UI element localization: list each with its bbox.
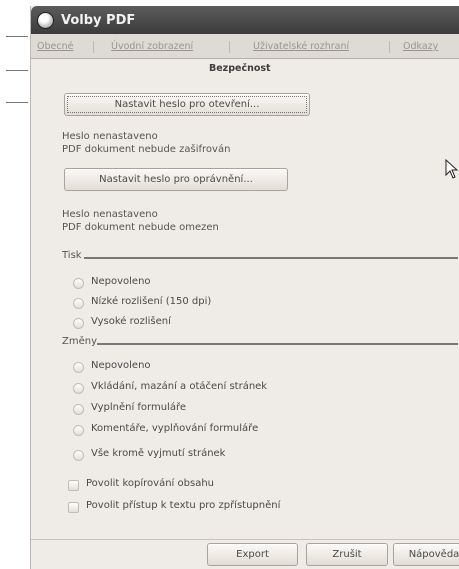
print-low-res-radio[interactable]	[73, 298, 84, 309]
printing-section-label: Tisk	[62, 250, 82, 261]
cancel-button[interactable]: Zrušit	[306, 543, 388, 566]
changes-pages-label: Vkládání, mazání a otáčení stránek	[91, 381, 268, 392]
tab-security[interactable]: Bezpečnost	[203, 60, 277, 78]
changes-forms-radio[interactable]	[73, 404, 84, 415]
tab-general[interactable]: Obecné	[37, 38, 73, 56]
set-permission-password-button[interactable]: Nastavit heslo pro oprávnění...	[64, 168, 288, 191]
export-button[interactable]: Export	[207, 543, 298, 566]
allow-text-access-label: Povolit přístup k textu pro zpřístupnění	[86, 500, 281, 511]
window-menu-icon[interactable]	[37, 11, 54, 29]
printing-section-divider	[84, 257, 458, 259]
changes-section-divider	[97, 343, 458, 345]
changes-comments-radio[interactable]	[73, 425, 84, 436]
allow-copy-checkbox[interactable]	[68, 480, 79, 491]
changes-section-label: Změny	[62, 336, 97, 347]
changes-not-allowed-label: Nepovoleno	[91, 360, 151, 371]
encryption-status: PDF dokument nebude zašifrován	[62, 144, 231, 155]
pdf-options-dialog: Volby PDF Obecné Úvodní zobrazení Uživat…	[30, 6, 459, 569]
tab-links[interactable]: Odkazy	[403, 38, 438, 56]
tab-user-interface[interactable]: Uživatelské rozhraní	[253, 38, 349, 56]
print-low-res-label: Nízké rozlišení (150 dpi)	[91, 296, 212, 307]
allow-copy-label: Povolit kopírování obsahu	[86, 478, 214, 489]
print-not-allowed-radio[interactable]	[73, 278, 84, 289]
set-open-password-button[interactable]: Nastavit heslo pro otevření...	[64, 93, 310, 116]
changes-forms-label: Vyplnění formuláře	[91, 402, 187, 413]
title-bar: Volby PDF	[31, 6, 459, 34]
tab-bar: Obecné Úvodní zobrazení Uživatelské rozh…	[31, 34, 459, 59]
changes-pages-radio[interactable]	[73, 383, 84, 394]
changes-comments-label: Komentáře, vyplňování formuláře	[91, 423, 259, 434]
window-title: Volby PDF	[61, 12, 136, 28]
restriction-status: PDF dokument nebude omezen	[62, 222, 219, 233]
permission-password-status: Heslo nenastaveno	[62, 209, 158, 220]
print-high-res-radio[interactable]	[73, 318, 84, 329]
changes-all-radio[interactable]	[73, 450, 84, 461]
help-button[interactable]: Nápověda	[393, 543, 459, 566]
open-password-status: Heslo nenastaveno	[62, 131, 158, 142]
print-not-allowed-label: Nepovoleno	[91, 276, 151, 287]
print-high-res-label: Vysoké rozlišení	[91, 316, 171, 327]
changes-not-allowed-radio[interactable]	[73, 362, 84, 373]
allow-text-access-checkbox[interactable]	[68, 502, 79, 513]
mouse-cursor-icon	[445, 159, 459, 179]
page-margin-lines	[0, 0, 30, 569]
button-area-divider	[31, 539, 459, 540]
changes-all-label: Vše kromě vyjmutí stránek	[91, 448, 226, 459]
tab-initial-view[interactable]: Úvodní zobrazení	[111, 38, 193, 56]
